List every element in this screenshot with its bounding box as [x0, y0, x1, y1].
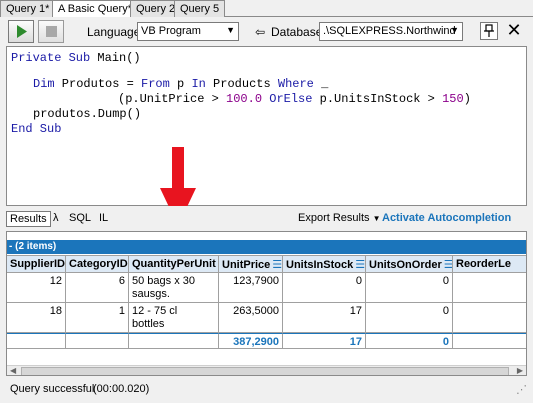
tab-query-5[interactable]: Query 5 [174, 0, 226, 17]
status-bar: Query successful (00:00.020) ⋰ [0, 378, 533, 403]
query-tab-strip: Query 1* A Basic Query* Query 2 Query 5 [0, 0, 533, 18]
table-cell: 0 [366, 273, 453, 303]
stop-icon [46, 26, 57, 37]
column-header-quantityperunit[interactable]: QuantityPerUnit [129, 255, 219, 273]
table-cell: 263,5000 [219, 303, 283, 333]
column-header-reorderlevel[interactable]: ReorderLe [453, 255, 526, 273]
table-cell [453, 303, 526, 333]
database-value: .\SQLEXPRESS.Northwind [323, 25, 456, 37]
export-results-button[interactable]: Export Results ▼ [295, 211, 384, 225]
red-arrow-shaft [172, 147, 184, 189]
database-icon: ⇦ [255, 25, 266, 39]
query-toolbar: Language VB Program ▼ ⇦ Database .\SQLEX… [0, 17, 533, 46]
table-cell: 18 [7, 303, 66, 333]
grid-caption[interactable]: - (2 items) [7, 240, 526, 254]
table-cell: 17 [283, 303, 366, 333]
results-toolbar: Results λ SQL IL Export Results ▼ Activa… [0, 206, 533, 230]
total-cell [453, 333, 526, 349]
database-select[interactable]: .\SQLEXPRESS.Northwind ▼ [319, 22, 463, 41]
activate-autocompletion-link[interactable]: Activate Autocompletion [379, 211, 514, 225]
table-cell: 0 [366, 303, 453, 333]
language-select[interactable]: VB Program ▼ [137, 22, 239, 41]
scrollbar-thumb[interactable] [21, 367, 509, 375]
total-unitprice: 387,2900 [219, 333, 283, 349]
column-header-unitsinstock[interactable]: UnitsInStock ☰ [283, 255, 366, 273]
table-cell: 6 [66, 273, 129, 303]
code-line-1: Private Sub Main() [11, 51, 141, 65]
horizontal-scrollbar[interactable]: ◀ ▶ [7, 365, 526, 375]
table-cell: 50 bags x 30 sausgs. [129, 273, 219, 303]
tab-il[interactable]: IL [96, 211, 111, 225]
column-header-unitsonorder[interactable]: UnitsOnOrder ☰ [366, 255, 453, 273]
total-unitsinstock: 17 [283, 333, 366, 349]
pin-icon[interactable] [480, 22, 498, 40]
play-icon [17, 25, 27, 38]
scroll-right-icon[interactable]: ▶ [517, 366, 523, 375]
close-icon[interactable]: ✕ [505, 20, 523, 40]
total-cell [129, 333, 219, 349]
results-grid-panel: - (2 items) SupplierID CategoryID Quanti… [6, 231, 527, 376]
tab-a-basic-query[interactable]: A Basic Query* [52, 0, 138, 18]
table-cell: 12 [7, 273, 66, 303]
total-cell [66, 333, 129, 349]
status-message: Query successful [10, 383, 95, 395]
code-line-5: End Sub [11, 122, 62, 136]
resize-grip-icon[interactable]: ⋰ [516, 383, 527, 396]
tab-lambda[interactable]: λ [50, 211, 62, 225]
total-unitsonorder: 0 [366, 333, 453, 349]
tab-query-1[interactable]: Query 1* [0, 0, 56, 17]
scroll-left-icon[interactable]: ◀ [10, 366, 16, 375]
tab-sql[interactable]: SQL [66, 211, 94, 225]
status-time: (00:00.020) [93, 383, 150, 395]
chevron-down-icon: ▼ [226, 25, 235, 35]
column-header-unitprice[interactable]: UnitPrice ☰ [219, 255, 283, 273]
table-cell: 123,7900 [219, 273, 283, 303]
language-value: VB Program [141, 25, 201, 37]
database-label: Database [271, 25, 323, 39]
language-label: Language [87, 25, 141, 39]
format-icon[interactable]: ☰ [272, 259, 282, 271]
table-cell: 1 [66, 303, 129, 333]
code-editor[interactable]: Private Sub Main() Dim Produtos = From p… [6, 46, 527, 206]
table-cell [453, 273, 526, 303]
table-cell: 12 - 75 cl bottles [129, 303, 219, 333]
column-header-categoryid[interactable]: CategoryID [66, 255, 129, 273]
code-line-2: Dim Produtos = From p In Products Where … [33, 77, 329, 91]
run-button[interactable] [8, 20, 34, 43]
column-header-supplierid[interactable]: SupplierID [7, 255, 66, 273]
format-icon[interactable]: ☰ [355, 259, 365, 271]
stop-button[interactable] [38, 20, 64, 43]
total-cell [7, 333, 66, 349]
tab-results[interactable]: Results [6, 211, 51, 227]
table-cell: 0 [283, 273, 366, 303]
chevron-down-icon: ▼ [450, 25, 459, 35]
code-line-4: produtos.Dump() [33, 107, 142, 121]
format-icon[interactable]: ☰ [444, 259, 452, 271]
code-line-3: (p.UnitPrice > 100.0 OrElse p.UnitsInSto… [118, 92, 471, 106]
